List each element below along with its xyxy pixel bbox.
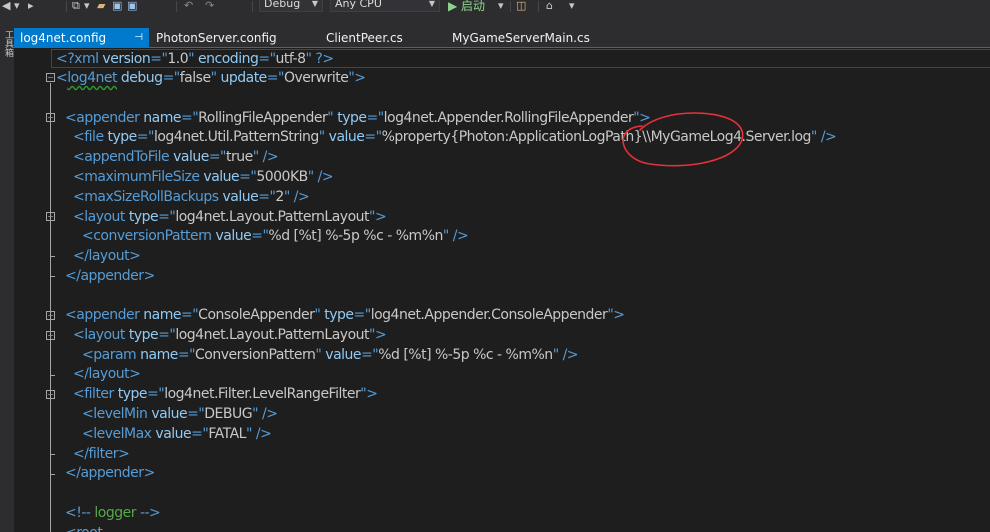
fold-toggle[interactable]: − [46,311,55,320]
code-line: <appendToFile value="true" /> [73,149,279,165]
tab-label: PhotonServer.config [156,31,277,45]
fold-toggle[interactable]: − [46,331,55,340]
fold-guide [50,341,51,376]
fold-toggle[interactable]: − [46,212,55,221]
code-editor[interactable]: − − − − − − <?xml version="1.0" encoding… [14,48,990,532]
code-line: </appender> [65,268,155,284]
find-in-files-icon[interactable]: ◫ [516,0,526,12]
forward-icon[interactable]: ▸ [28,0,34,12]
code-line: </appender> [65,465,155,481]
toolbox-strip: 工具箱 [0,14,14,532]
fold-guide [50,276,55,277]
code-line: </layout> [73,366,141,382]
fold-toggle[interactable]: − [46,113,55,122]
code-line: <filter type="log4net.Filter.LevelRangeF… [73,386,378,402]
fold-guide [50,375,55,376]
tab-log4net-config[interactable]: log4net.config ⊣ [14,28,149,48]
configuration-dropdown[interactable]: Debug ▼ [259,0,323,12]
tab-mygameservermain-cs[interactable]: MyGameServerMain.cs [446,28,616,48]
redo-icon[interactable]: ↷ [205,0,214,12]
back-icon[interactable]: ◀ [2,0,10,12]
code-line: <param name="ConversionPattern" value="%… [82,347,579,363]
code-line: <levelMin value="DEBUG" /> [82,406,278,422]
code-line: <appender name="ConsoleAppender" type="l… [65,307,625,323]
code-line: <!-- logger --> [65,505,161,521]
tab-label: MyGameServerMain.cs [452,31,590,45]
save-all-icon[interactable]: ▣ [127,0,137,12]
fold-guide [50,454,55,455]
fold-guide [50,256,55,257]
tab-photonserver-config[interactable]: PhotonServer.config [150,28,305,48]
layout-icon[interactable]: ⌂ [546,0,553,12]
code-line: <?xml version="1.0" encoding="utf-8" ?> [56,51,334,67]
toolbar-options-icon[interactable]: ▾ [569,0,575,12]
code-line: <file type="log4net.Util.PatternString" … [73,129,837,145]
toolbox-tab[interactable]: 工具箱 [1,30,13,57]
fold-guide [50,474,55,475]
fold-toggle[interactable]: − [46,73,55,82]
nav-dropdown-icon[interactable]: ▾ [14,0,20,12]
toolbar: ◀ ▾ ▸ ⧉ ▾ ▰ ▣ ▣ ↶ ↷ Debug ▼ Any CPU ▼ ▶ … [0,0,990,14]
code-line: <root [65,524,103,532]
tab-label: ClientPeer.cs [326,31,403,45]
code-line: <layout type="log4net.Layout.PatternLayo… [73,327,387,343]
start-dropdown-icon[interactable]: ▾ [498,0,504,12]
tab-clientpeer-cs[interactable]: ClientPeer.cs [320,28,440,48]
chevron-down-icon: ▼ [428,0,435,8]
undo-icon[interactable]: ↶ [184,0,193,12]
new-dropdown-icon[interactable]: ▾ [84,0,90,12]
editor-gutter [14,48,44,532]
code-line: </filter> [73,446,130,462]
code-line: <appender name="RollingFileAppender" typ… [65,110,651,126]
start-button[interactable]: ▶ 启动 [448,0,485,12]
platform-value: Any CPU [335,0,382,10]
code-line: <maximumFileSize value="5000KB" /> [73,169,334,185]
code-line: <conversionPattern value="%d [%t] %-5p %… [82,228,469,244]
pin-icon[interactable]: ⊣ [134,28,143,48]
code-line: <log4net debug="false" update="Overwrite… [56,70,366,86]
fold-guide [50,400,51,455]
chevron-down-icon: ▼ [311,0,318,8]
save-icon[interactable]: ▣ [112,0,122,12]
fold-toggle[interactable]: − [46,390,55,399]
code-line: <layout type="log4net.Layout.PatternLayo… [73,209,387,225]
open-folder-icon[interactable]: ▰ [97,0,105,12]
tab-label: log4net.config [20,31,107,45]
code-line: <maxSizeRollBackups value="2" /> [73,189,310,205]
configuration-value: Debug [264,0,301,10]
document-tab-bar: log4net.config ⊣ PhotonServer.config Cli… [14,14,990,49]
code-line: </layout> [73,248,141,264]
fold-guide [50,222,51,257]
code-line: <levelMax value="FATAL" /> [82,426,272,442]
platform-dropdown[interactable]: Any CPU ▼ [330,0,440,12]
new-project-icon[interactable]: ⧉ [72,0,80,12]
